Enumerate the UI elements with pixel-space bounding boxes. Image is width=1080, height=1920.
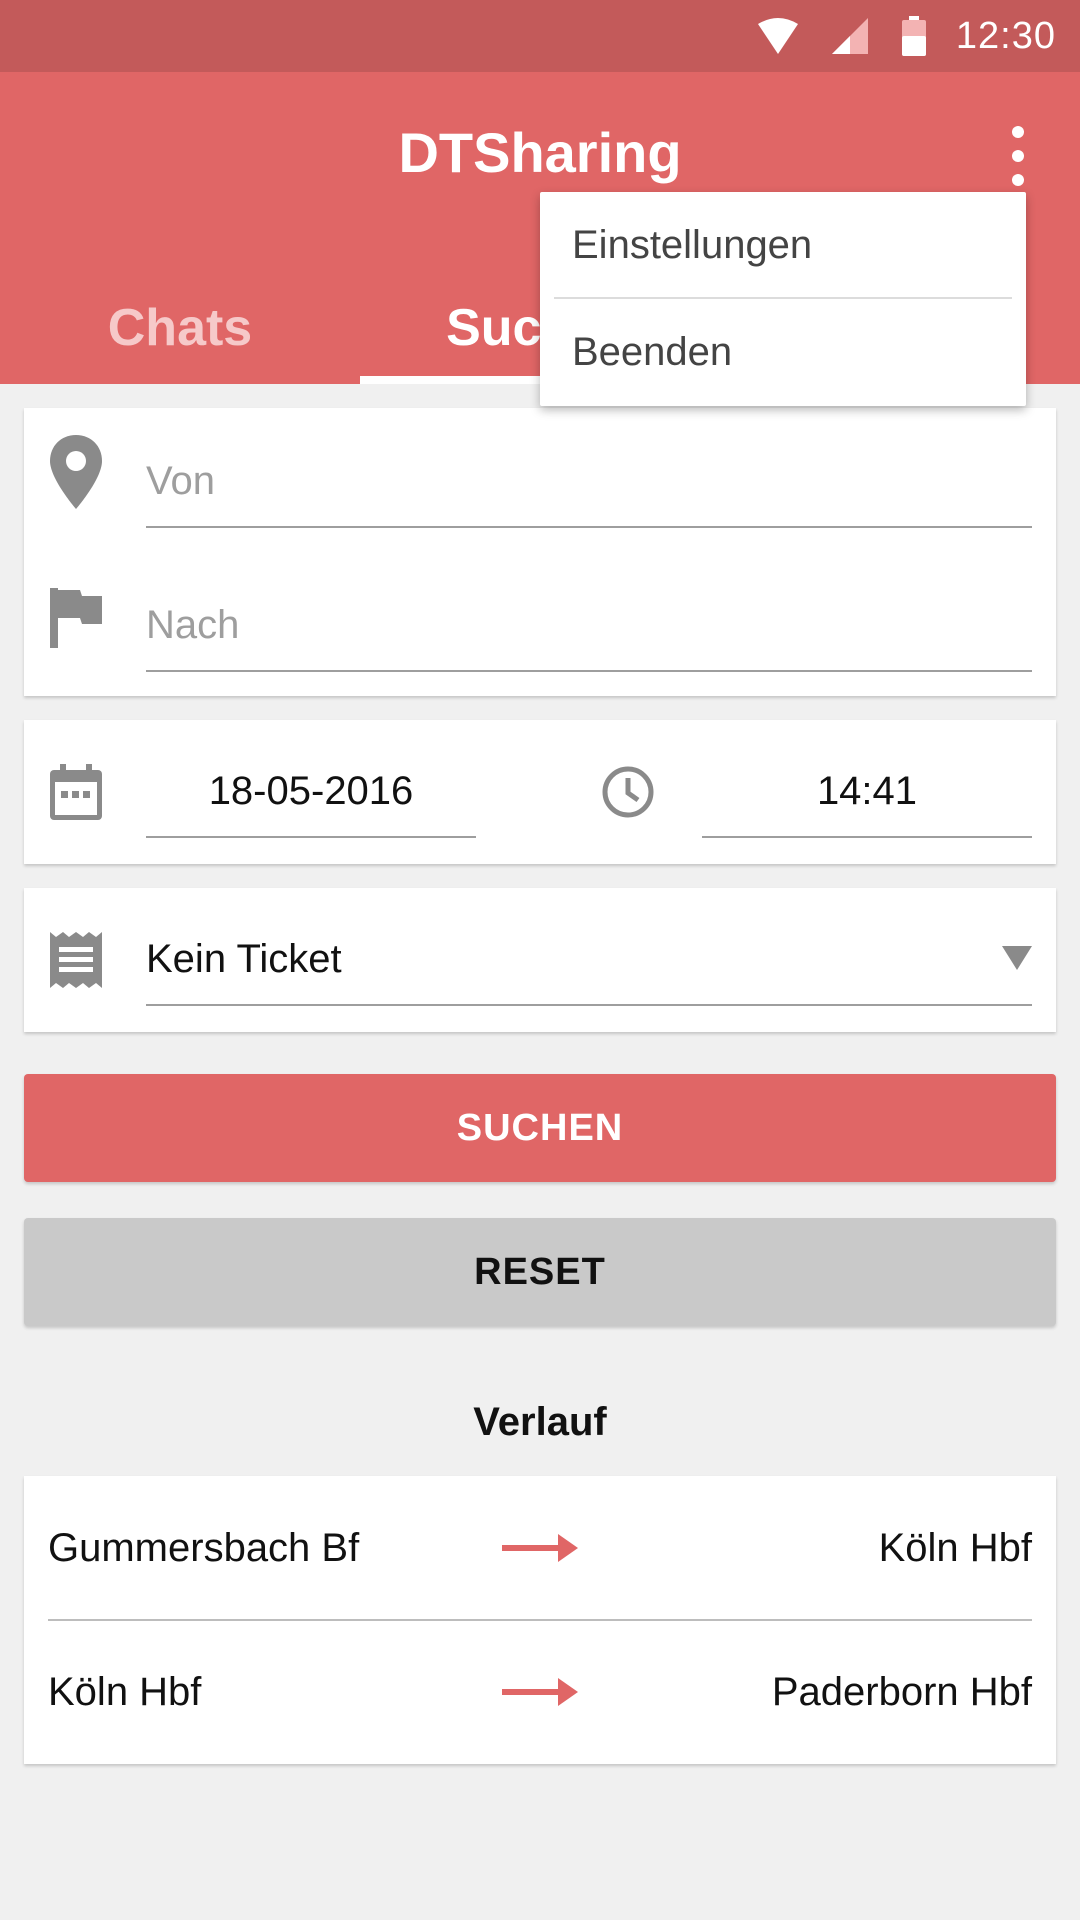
history-from: Gummersbach Bf xyxy=(48,1525,360,1570)
status-clock: 12:30 xyxy=(955,14,1056,57)
menu-item-quit[interactable]: Beenden xyxy=(540,299,1026,406)
clock-icon xyxy=(598,762,658,822)
history-title: Verlauf xyxy=(473,1400,607,1444)
date-field[interactable]: 18-05-2016 xyxy=(146,746,476,838)
battery-icon xyxy=(901,16,926,56)
calendar-icon xyxy=(46,762,106,822)
dot-icon xyxy=(1012,174,1024,186)
datetime-card: 18-05-2016 14:41 xyxy=(24,720,1056,864)
history-list: Gummersbach Bf Köln Hbf Köln Hbf Paderbo… xyxy=(24,1476,1056,1764)
history-to: Köln Hbf xyxy=(878,1525,1032,1570)
overflow-menu-button[interactable] xyxy=(996,126,1040,186)
dot-icon xyxy=(1012,150,1024,162)
receipt-icon xyxy=(46,930,106,990)
history-to: Paderborn Hbf xyxy=(771,1669,1032,1714)
dot-icon xyxy=(1012,126,1024,138)
location-pin-icon xyxy=(46,435,106,509)
ticket-card: Kein Ticket xyxy=(24,888,1056,1032)
to-input[interactable]: Nach xyxy=(146,580,1032,672)
wifi-icon xyxy=(757,18,798,54)
flag-icon xyxy=(46,588,106,648)
menu-item-settings[interactable]: Einstellungen xyxy=(540,192,1026,299)
route-card: Von Nach xyxy=(24,408,1056,696)
ticket-select[interactable]: Kein Ticket xyxy=(146,914,1032,1006)
ticket-select-value: Kein Ticket xyxy=(146,936,342,981)
history-from: Köln Hbf xyxy=(48,1669,202,1714)
history-item[interactable]: Köln Hbf Paderborn Hbf xyxy=(24,1620,1056,1764)
time-field[interactable]: 14:41 xyxy=(702,746,1032,838)
search-button[interactable]: SUCHEN xyxy=(24,1074,1056,1182)
overflow-menu: Einstellungen Beenden xyxy=(540,192,1026,406)
status-bar: 12:30 xyxy=(0,0,1080,72)
history-item[interactable]: Gummersbach Bf Köln Hbf xyxy=(24,1476,1056,1621)
reset-button[interactable]: RESET xyxy=(24,1218,1056,1326)
arrow-right-icon xyxy=(502,1528,578,1573)
from-input[interactable]: Von xyxy=(146,436,1032,528)
tab-chats[interactable]: Chats xyxy=(0,272,360,384)
cell-signal-icon xyxy=(831,18,868,54)
arrow-right-icon xyxy=(502,1672,578,1717)
dropdown-arrow-icon xyxy=(1002,946,1032,975)
app-title: DTSharing xyxy=(398,121,682,184)
